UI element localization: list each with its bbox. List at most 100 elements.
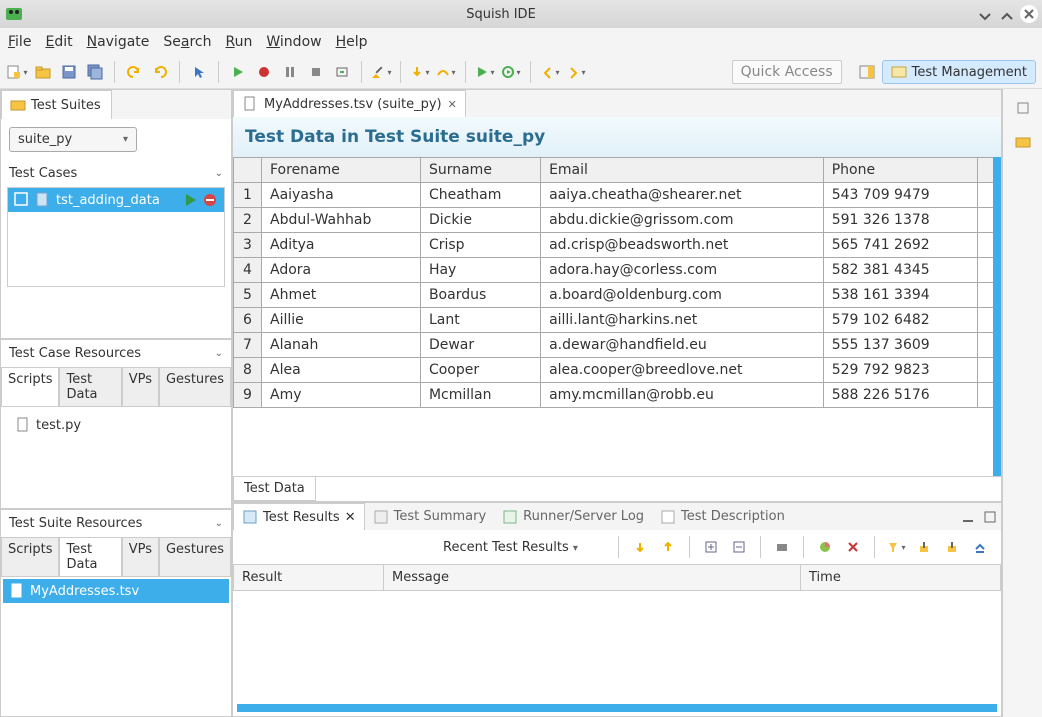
editor-tab[interactable]: MyAddresses.tsv (suite_py) ✕	[233, 90, 466, 117]
close-button[interactable]	[1020, 5, 1038, 23]
pause-button[interactable]	[279, 61, 301, 83]
table-cell[interactable]: 555 137 3609	[823, 333, 977, 358]
table-cell[interactable]: Cooper	[420, 358, 540, 383]
suite-resource-file[interactable]: MyAddresses.tsv	[3, 579, 229, 603]
quick-access-field[interactable]: Quick Access	[732, 60, 842, 84]
table-cell[interactable]: 582 381 4345	[823, 258, 977, 283]
table-cell[interactable]: Amy	[262, 383, 421, 408]
table-cell[interactable]: a.dewar@handfield.eu	[541, 333, 824, 358]
table-cell[interactable]: ailli.lant@harkins.net	[541, 308, 824, 333]
case-tab-vps[interactable]: VPs	[122, 367, 159, 406]
save-button[interactable]	[58, 61, 80, 83]
table-cell[interactable]: 565 741 2692	[823, 233, 977, 258]
results-tab-description[interactable]: Test Description	[652, 504, 793, 530]
step-over-button[interactable]	[435, 61, 457, 83]
upload-results-icon[interactable]	[969, 536, 991, 558]
menu-run[interactable]: Run	[226, 34, 253, 50]
case-resource-file[interactable]: test.py	[9, 413, 223, 437]
menu-search[interactable]: Search	[163, 34, 211, 50]
results-col-time[interactable]: Time	[801, 565, 1001, 591]
vertical-scrollbar[interactable]	[993, 157, 1001, 476]
minimized-view-icon[interactable]	[1012, 131, 1034, 153]
table-row[interactable]: 8AleaCooperalea.cooper@breedlove.net529 …	[234, 358, 1001, 383]
table-cell[interactable]: aaiya.cheatha@shearer.net	[541, 183, 824, 208]
test-case-item[interactable]: tst_adding_data	[8, 188, 224, 212]
suite-tab-vps[interactable]: VPs	[122, 537, 159, 576]
table-cell[interactable]: 529 792 9823	[823, 358, 977, 383]
results-tab-summary[interactable]: Test Summary	[365, 504, 495, 530]
table-cell[interactable]: Adora	[262, 258, 421, 283]
suite-tab-testdata[interactable]: Test Data	[59, 537, 121, 576]
minimize-button[interactable]	[976, 5, 994, 23]
menu-window[interactable]: Window	[266, 34, 321, 50]
delete-testcase-icon[interactable]	[202, 192, 218, 208]
table-cell[interactable]: 543 709 9479	[823, 183, 977, 208]
table-cell[interactable]: Dickie	[420, 208, 540, 233]
table-cell[interactable]: Ahmet	[262, 283, 421, 308]
import-results-icon[interactable]	[913, 536, 935, 558]
redo-button[interactable]	[149, 61, 171, 83]
case-tab-gestures[interactable]: Gestures	[159, 367, 231, 406]
stop-button[interactable]	[305, 61, 327, 83]
editor-bottom-tab-testdata[interactable]: Test Data	[233, 477, 316, 501]
results-tab-runnerlog[interactable]: Runner/Server Log	[494, 504, 652, 530]
run-testcase-icon[interactable]	[183, 192, 199, 208]
table-cell[interactable]: ad.crisp@beadsworth.net	[541, 233, 824, 258]
recent-results-dropdown[interactable]: Recent Test Results ▾	[443, 540, 578, 555]
back-button[interactable]	[539, 61, 561, 83]
pie-chart-icon[interactable]	[814, 536, 836, 558]
clear-results-icon[interactable]	[842, 536, 864, 558]
expand-all-icon[interactable]	[700, 536, 722, 558]
screenshot-icon[interactable]	[771, 536, 793, 558]
table-row[interactable]: 2Abdul-WahhabDickieabdu.dickie@grissom.c…	[234, 208, 1001, 233]
table-row[interactable]: 7AlanahDewara.dewar@handfield.eu555 137 …	[234, 333, 1001, 358]
maximize-view-icon[interactable]	[979, 506, 1001, 528]
col-email[interactable]: Email	[541, 158, 824, 183]
suite-resources-header[interactable]: Test Suite Resources ⌄	[1, 510, 231, 537]
table-cell[interactable]: abdu.dickie@grissom.com	[541, 208, 824, 233]
table-row[interactable]: 5AhmetBoardusa.board@oldenburg.com538 16…	[234, 283, 1001, 308]
maximize-button[interactable]	[998, 5, 1016, 23]
table-cell[interactable]: Alea	[262, 358, 421, 383]
table-cell[interactable]: 588 226 5176	[823, 383, 977, 408]
relaunch-button[interactable]	[474, 61, 496, 83]
pointer-button[interactable]	[188, 61, 210, 83]
filter-icon[interactable]	[885, 536, 907, 558]
menu-navigate[interactable]: Navigate	[87, 34, 150, 50]
open-suite-button[interactable]	[32, 61, 54, 83]
prev-result-icon[interactable]	[657, 536, 679, 558]
data-table-wrap[interactable]: Forename Surname Email Phone 1AaiyashaCh…	[233, 157, 1001, 476]
export-results-icon[interactable]	[941, 536, 963, 558]
results-col-result[interactable]: Result	[234, 565, 384, 591]
table-cell[interactable]: Abdul-Wahhab	[262, 208, 421, 233]
run-button[interactable]	[227, 61, 249, 83]
record-button[interactable]	[253, 61, 275, 83]
menu-edit[interactable]: Edit	[45, 34, 72, 50]
step-into-button[interactable]	[409, 61, 431, 83]
table-cell[interactable]: Dewar	[420, 333, 540, 358]
save-all-button[interactable]	[84, 61, 106, 83]
table-row[interactable]: 6AillieLantailli.lant@harkins.net579 102…	[234, 308, 1001, 333]
horizontal-scrollbar[interactable]	[237, 704, 997, 712]
table-cell[interactable]: Aaiyasha	[262, 183, 421, 208]
perspective-test-management[interactable]: Test Management	[882, 60, 1036, 84]
table-cell[interactable]: 591 326 1378	[823, 208, 977, 233]
checkbox-icon[interactable]	[14, 192, 30, 208]
case-resources-header[interactable]: Test Case Resources ⌄	[1, 340, 231, 367]
case-tab-testdata[interactable]: Test Data	[59, 367, 121, 406]
case-tab-scripts[interactable]: Scripts	[1, 367, 59, 406]
menu-help[interactable]: Help	[336, 34, 368, 50]
table-cell[interactable]: adora.hay@corless.com	[541, 258, 824, 283]
open-perspective-button[interactable]	[856, 61, 878, 83]
close-tab-icon[interactable]: ✕	[448, 98, 457, 111]
col-forename[interactable]: Forename	[262, 158, 421, 183]
minimize-view-icon[interactable]	[957, 506, 979, 528]
table-cell[interactable]: Boardus	[420, 283, 540, 308]
col-surname[interactable]: Surname	[420, 158, 540, 183]
suite-tab-gestures[interactable]: Gestures	[159, 537, 231, 576]
test-cases-header[interactable]: Test Cases ⌄	[1, 160, 231, 187]
launch-aut-button[interactable]	[331, 61, 353, 83]
table-cell[interactable]: Cheatham	[420, 183, 540, 208]
suite-tab-scripts[interactable]: Scripts	[1, 537, 59, 576]
next-result-icon[interactable]	[629, 536, 651, 558]
